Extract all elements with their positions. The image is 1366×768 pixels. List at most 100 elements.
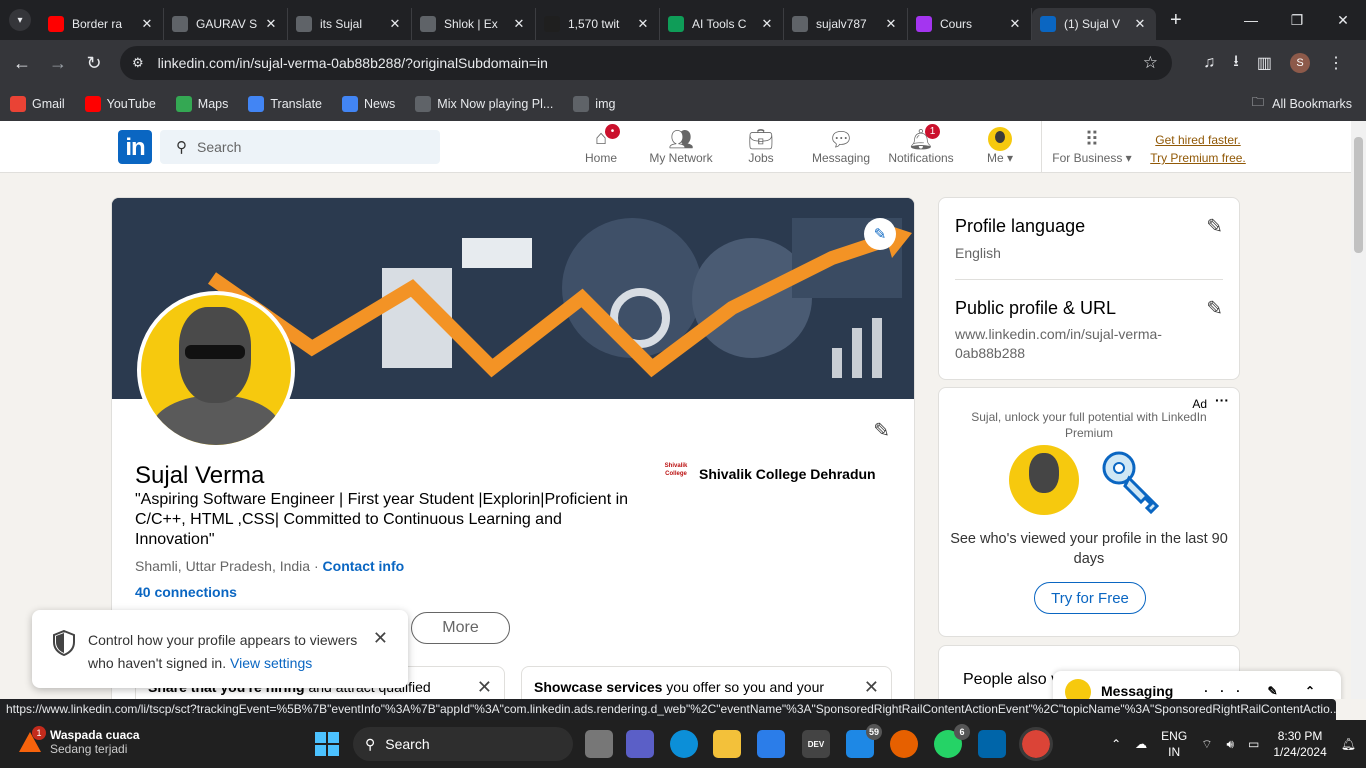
close-icon[interactable]: ✕ [477, 677, 492, 698]
ms-store-icon[interactable] [757, 730, 785, 758]
reload-button[interactable]: ↻ [76, 53, 112, 74]
edit-url-pencil-icon[interactable]: ✎ [1206, 296, 1223, 321]
edit-language-pencil-icon[interactable]: ✎ [1206, 214, 1223, 239]
teams-icon[interactable] [626, 730, 654, 758]
open-to-card-services[interactable]: Showcase services you offer so you and y… [521, 666, 892, 699]
app-with-badge-icon[interactable]: 59 [846, 724, 882, 758]
wifi-icon[interactable]: ⌔ [1201, 737, 1212, 752]
edge-icon[interactable] [670, 730, 698, 758]
bookmark-item[interactable]: Gmail [10, 95, 65, 112]
close-tab-icon[interactable]: ✕ [511, 16, 527, 32]
scrollbar-thumb[interactable] [1354, 137, 1363, 253]
profile-photo[interactable] [137, 291, 295, 449]
weather-title: Waspada cuaca [50, 728, 140, 742]
bookmark-item[interactable]: Mix Now playing Pl... [415, 95, 553, 112]
back-button[interactable]: ← [4, 53, 40, 74]
chevron-up-icon[interactable]: ⌃ [1111, 737, 1121, 751]
search-input[interactable]: ⚲ Search [160, 130, 440, 164]
browser-tab[interactable]: Shlok | Ex ✕ [412, 8, 536, 40]
weather-alert-icon: 1 [18, 726, 46, 754]
whatsapp-icon[interactable]: 6 [934, 724, 970, 758]
side-panel-icon[interactable]: ▥ [1257, 53, 1272, 73]
bookmark-item[interactable]: img [573, 95, 615, 112]
close-window-button[interactable]: ✕ [1320, 0, 1366, 40]
site-info-icon[interactable]: ⚙ [132, 55, 144, 71]
bookmark-item[interactable]: Maps [175, 95, 228, 112]
edit-intro-pencil-icon[interactable]: ✎ [873, 418, 890, 443]
browser-tab[interactable]: GAURAV S ✕ [164, 8, 288, 40]
more-button[interactable]: More [411, 612, 510, 644]
close-icon[interactable]: ✕ [864, 677, 879, 698]
url-text[interactable]: linkedin.com/in/sujal-verma-0ab88b288/?o… [158, 55, 548, 71]
browser-tab[interactable]: its Sujal ✕ [288, 8, 412, 40]
close-tab-icon[interactable]: ✕ [139, 16, 155, 32]
cloud-icon[interactable]: ☁ [1135, 737, 1147, 751]
nav-for-business[interactable]: ⠿ For Business ▾ [1052, 127, 1132, 165]
close-toast-icon[interactable]: ✕ [373, 628, 388, 649]
tab-search-button[interactable]: ▾ [9, 9, 31, 31]
messaging-icons[interactable]: ··· ✎ ⌃ [1204, 684, 1327, 698]
all-bookmarks-button[interactable]: 🗀 All Bookmarks [1252, 93, 1352, 114]
bookmark-item[interactable]: News [342, 95, 395, 112]
youtube-icon [48, 16, 64, 32]
edit-banner-button[interactable]: ✎ [864, 218, 896, 250]
try-for-free-button[interactable]: Try for Free [1034, 582, 1146, 614]
nav-me[interactable]: Me ▾ [960, 127, 1040, 165]
omnibox[interactable]: ⚙ linkedin.com/in/sujal-verma-0ab88b288/… [120, 46, 1172, 80]
premium-link[interactable]: Get hired faster. Try Premium free. [1148, 131, 1248, 167]
nav-home[interactable]: ⌂ • Home [561, 124, 641, 165]
education-link[interactable]: Shivalik College Shivalik College Dehrad… [663, 462, 876, 486]
nav-jobs[interactable]: 💼︎ Jobs [721, 127, 801, 165]
close-tab-icon[interactable]: ✕ [387, 16, 403, 32]
browser-tab[interactable]: sujalv787 ✕ [784, 8, 908, 40]
toast-text: Control how your profile appears to view… [88, 632, 358, 671]
connections-link[interactable]: 40 connections [135, 584, 237, 600]
nav-notifications[interactable]: 🔔︎ 1 Notifications [881, 124, 961, 165]
weather-widget[interactable]: 1 Waspada cuaca Sedang terjadi [18, 726, 140, 756]
download-icon[interactable]: ⭳ [1233, 50, 1239, 77]
page-scrollbar[interactable] [1351, 121, 1366, 699]
browser-tab[interactable]: 1,570 twit ✕ [536, 8, 660, 40]
close-tab-icon[interactable]: ✕ [759, 16, 775, 32]
file-explorer-icon[interactable] [713, 730, 741, 758]
browser-tab[interactable]: (1) Sujal V ✕ [1032, 8, 1156, 40]
volume-icon[interactable]: 🔊︎ [1226, 737, 1234, 752]
linkedin-page: in ⚲ Search ⌂ • Home 👥︎ My Network 💼︎ Jobs 💬︎ Me… [0, 121, 1351, 699]
taskbar-search[interactable]: ⚲ Search [353, 727, 573, 761]
browser-tab[interactable]: AI Tools C ✕ [660, 8, 784, 40]
profile-avatar[interactable]: S [1290, 53, 1310, 73]
firefox-icon[interactable] [890, 730, 918, 758]
chrome-icon[interactable] [1019, 727, 1053, 761]
close-tab-icon[interactable]: ✕ [635, 16, 651, 32]
close-tab-icon[interactable]: ✕ [883, 16, 899, 32]
close-tab-icon[interactable]: ✕ [1007, 16, 1023, 32]
dev-icon[interactable]: DEV [802, 730, 830, 758]
nav-messaging[interactable]: 💬︎ Messaging [801, 127, 881, 165]
browser-tab[interactable]: Cours ✕ [908, 8, 1032, 40]
bookmark-star-icon[interactable]: ☆ [1143, 53, 1158, 73]
bookmark-item[interactable]: Translate [248, 95, 322, 112]
bookmark-item[interactable]: YouTube [84, 95, 156, 112]
maximize-button[interactable]: ❐ [1274, 0, 1320, 40]
nav-my-network[interactable]: 👥︎ My Network [641, 127, 721, 165]
minimize-button[interactable]: — [1228, 0, 1274, 40]
close-tab-icon[interactable]: ✕ [263, 16, 279, 32]
close-tab-icon[interactable]: ✕ [1132, 16, 1148, 32]
view-settings-link[interactable]: View settings [230, 655, 312, 671]
menu-kebab-icon[interactable]: ⋮ [1328, 53, 1344, 73]
task-view-icon[interactable] [585, 730, 613, 758]
browser-tab[interactable]: Border ra ✕ [40, 8, 164, 40]
vscode-icon[interactable] [978, 730, 1006, 758]
contact-info-link[interactable]: Contact info [323, 558, 405, 574]
media-control-icon[interactable]: ♫ [1203, 54, 1215, 72]
messaging-overlay[interactable]: Messaging ··· ✎ ⌃ [1053, 671, 1341, 699]
clock[interactable]: 8:30 PM 1/24/2024 [1273, 728, 1326, 760]
forward-button[interactable]: → [40, 53, 76, 74]
language-indicator[interactable]: ENG IN [1161, 728, 1187, 760]
start-button[interactable] [315, 732, 339, 756]
ad-options-icon[interactable]: ··· [1215, 392, 1229, 408]
linkedin-logo[interactable]: in [118, 130, 152, 164]
notification-bell-icon[interactable]: 🔔︎ [1341, 737, 1356, 751]
battery-icon[interactable]: ▭ [1248, 737, 1259, 751]
new-tab-button[interactable]: + [1170, 9, 1182, 32]
